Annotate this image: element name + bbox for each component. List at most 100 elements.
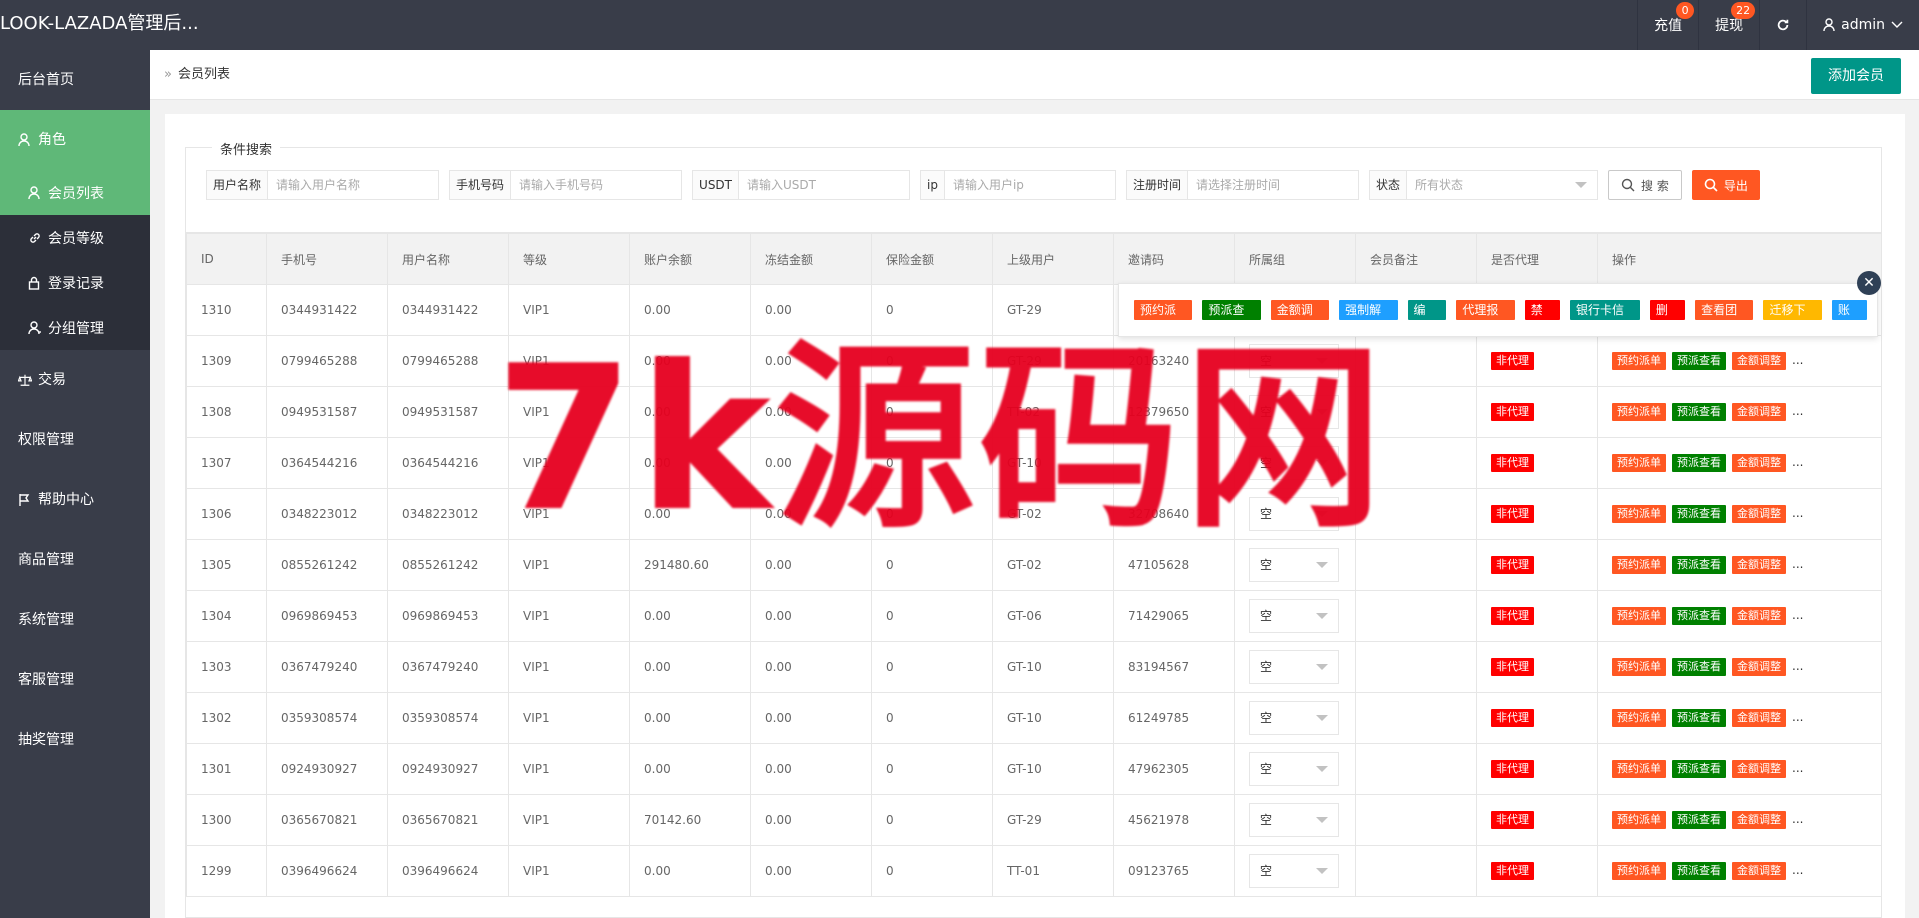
popup-action-button[interactable]: 金额调整 — [1270, 300, 1330, 337]
group-select[interactable]: 空 — [1249, 599, 1339, 633]
row-action-button[interactable]: 预约派单 — [1612, 811, 1666, 829]
group-select[interactable]: 空 — [1249, 650, 1339, 684]
row-action-button[interactable]: 预约派单 — [1612, 862, 1666, 880]
row-action-button[interactable]: 金额调整 — [1732, 607, 1786, 625]
export-button[interactable]: 导出 — [1691, 170, 1760, 200]
more-actions-button[interactable]: ... — [1792, 710, 1803, 724]
row-action-button[interactable]: 预派查看 — [1672, 607, 1726, 625]
sidebar-item-trade[interactable]: 交易 — [0, 350, 150, 410]
row-action-button[interactable]: 预约派单 — [1612, 658, 1666, 676]
more-actions-button[interactable]: ... — [1792, 761, 1803, 775]
popup-action-button[interactable]: 查看团队 — [1695, 300, 1754, 337]
row-action-button[interactable]: 金额调整 — [1732, 709, 1786, 727]
row-action-button[interactable]: 预约派单 — [1612, 454, 1666, 472]
row-action-button[interactable]: 预约派单 — [1612, 607, 1666, 625]
ip-input[interactable] — [944, 171, 1115, 199]
cell-remark — [1355, 641, 1477, 693]
sidebar-item-home[interactable]: 后台首页 — [0, 50, 150, 110]
user-menu[interactable]: admin — [1806, 0, 1919, 50]
row-action-button[interactable]: 金额调整 — [1732, 811, 1786, 829]
row-action-button[interactable]: 金额调整 — [1732, 760, 1786, 778]
sidebar-submenu-role: 会员列表 会员等级 登录记录 分组管理 — [0, 170, 150, 350]
popup-action-button[interactable]: 预派查看 — [1202, 300, 1261, 337]
more-actions-button[interactable]: ... — [1792, 812, 1803, 826]
popup-action-button[interactable]: 银行卡信息 — [1569, 300, 1640, 337]
username-input[interactable] — [268, 171, 439, 199]
sidebar-item-lottery[interactable]: 抽奖管理 — [0, 710, 150, 770]
table-row[interactable]: 1303 0367479240 0367479240 VIP1 0.00 0.00 0 GT-… — [186, 641, 1881, 693]
group-select[interactable]: 空 — [1249, 854, 1339, 888]
group-select[interactable]: 空 — [1249, 701, 1339, 735]
add-member-button[interactable]: 添加会员 — [1811, 58, 1901, 94]
row-action-button[interactable]: 预派查看 — [1672, 709, 1726, 727]
popup-action-button[interactable]: 删除 — [1649, 300, 1686, 337]
more-actions-button[interactable]: ... — [1792, 863, 1803, 877]
refresh-button[interactable] — [1759, 0, 1806, 50]
popup-action-button[interactable]: 禁用 — [1524, 300, 1560, 337]
sidebar-item-cs[interactable]: 客服管理 — [0, 650, 150, 710]
row-action-button[interactable]: 金额调整 — [1732, 505, 1786, 523]
row-action-button[interactable]: 预约派单 — [1612, 760, 1666, 778]
row-action-button[interactable]: 金额调整 — [1732, 352, 1786, 370]
more-actions-button[interactable]: ... — [1792, 404, 1803, 418]
table-row[interactable]: 1299 0396496624 0396496624 VIP1 0.00 0.00 0 TT-… — [186, 845, 1881, 897]
more-actions-button[interactable]: ... — [1792, 353, 1803, 367]
row-action-button[interactable]: 金额调整 — [1732, 658, 1786, 676]
row-action-button[interactable]: 金额调整 — [1732, 403, 1786, 421]
row-action-button[interactable]: 金额调整 — [1732, 862, 1786, 880]
close-icon[interactable]: ✕ — [1857, 271, 1881, 295]
row-action-button[interactable]: 预约派单 — [1612, 403, 1666, 421]
popup-action-button[interactable]: 代理报表 — [1456, 300, 1515, 337]
group-select[interactable]: 空 — [1249, 803, 1339, 837]
more-actions-button[interactable]: ... — [1792, 455, 1803, 469]
row-action-button[interactable]: 预派查看 — [1672, 556, 1726, 574]
sidebar-item-member-list[interactable]: 会员列表 — [0, 170, 150, 215]
row-action-button[interactable]: 预派查看 — [1672, 403, 1726, 421]
row-action-button[interactable]: 预派查看 — [1672, 352, 1726, 370]
row-action-button[interactable]: 预派查看 — [1672, 760, 1726, 778]
row-action-button[interactable]: 预约派单 — [1612, 352, 1666, 370]
table-row[interactable]: 1300 0365670821 0365670821 VIP1 70142.60 0.00… — [186, 794, 1881, 846]
row-action-button[interactable]: 预约派单 — [1612, 505, 1666, 523]
sidebar-item-help[interactable]: 帮助中心 — [0, 470, 150, 530]
cell-remark — [1355, 845, 1477, 897]
row-action-button[interactable]: 预约派单 — [1612, 709, 1666, 727]
row-action-button[interactable]: 预约派单 — [1612, 556, 1666, 574]
search-legend: 条件搜索 — [212, 139, 281, 158]
row-action-button[interactable]: 预派查看 — [1672, 862, 1726, 880]
regtime-input[interactable] — [1187, 171, 1358, 199]
row-action-button[interactable]: 预派查看 — [1672, 505, 1726, 523]
row-action-button[interactable]: 预派查看 — [1672, 811, 1726, 829]
more-actions-button[interactable]: ... — [1792, 506, 1803, 520]
popup-action-button[interactable]: 账变 — [1831, 300, 1868, 337]
popup-action-button[interactable]: 编 辑 — [1407, 300, 1447, 337]
table-row[interactable]: 1302 0359308574 0359308574 VIP1 0.00 0.00 0 GT-… — [186, 692, 1881, 744]
row-action-button[interactable]: 预派查看 — [1672, 658, 1726, 676]
sidebar-item-login-log[interactable]: 登录记录 — [0, 260, 150, 305]
withdraw-button[interactable]: 提现 22 — [1698, 0, 1759, 50]
popup-action-button[interactable]: 强制解冻 — [1339, 300, 1398, 337]
sidebar-item-role[interactable]: 角色 — [0, 110, 150, 170]
search-button[interactable]: 搜 索 — [1608, 170, 1682, 200]
table-row[interactable]: 1301 0924930927 0924930927 VIP1 0.00 0.00 0 GT-… — [186, 743, 1881, 795]
row-action-button[interactable]: 金额调整 — [1732, 556, 1786, 574]
row-action-button[interactable]: 金额调整 — [1732, 454, 1786, 472]
usdt-input[interactable] — [739, 171, 910, 199]
status-select[interactable]: 所有状态 — [1407, 171, 1597, 199]
popup-action-button[interactable]: 迁移下级 — [1763, 300, 1822, 337]
app-logo[interactable]: LOOK-LAZADA管理后... — [0, 0, 200, 50]
sidebar-item-member-level[interactable]: 会员等级 — [0, 215, 150, 260]
sidebar-item-system[interactable]: 系统管理 — [0, 590, 150, 650]
sidebar-item-group-manage[interactable]: 分组管理 — [0, 305, 150, 350]
more-actions-button[interactable]: ... — [1792, 659, 1803, 673]
more-actions-button[interactable]: ... — [1792, 608, 1803, 622]
more-actions-button[interactable]: ... — [1792, 557, 1803, 571]
popup-action-button[interactable]: 预约派单 — [1134, 300, 1193, 337]
recharge-button[interactable]: 充值 0 — [1637, 0, 1698, 50]
phone-input[interactable] — [511, 171, 682, 199]
row-action-button[interactable]: 预派查看 — [1672, 454, 1726, 472]
sidebar-item-permission[interactable]: 权限管理 — [0, 410, 150, 470]
table-row[interactable]: 1304 0969869453 0969869453 VIP1 0.00 0.00 0 GT-… — [186, 590, 1881, 642]
sidebar-item-goods[interactable]: 商品管理 — [0, 530, 150, 590]
group-select[interactable]: 空 — [1249, 752, 1339, 786]
